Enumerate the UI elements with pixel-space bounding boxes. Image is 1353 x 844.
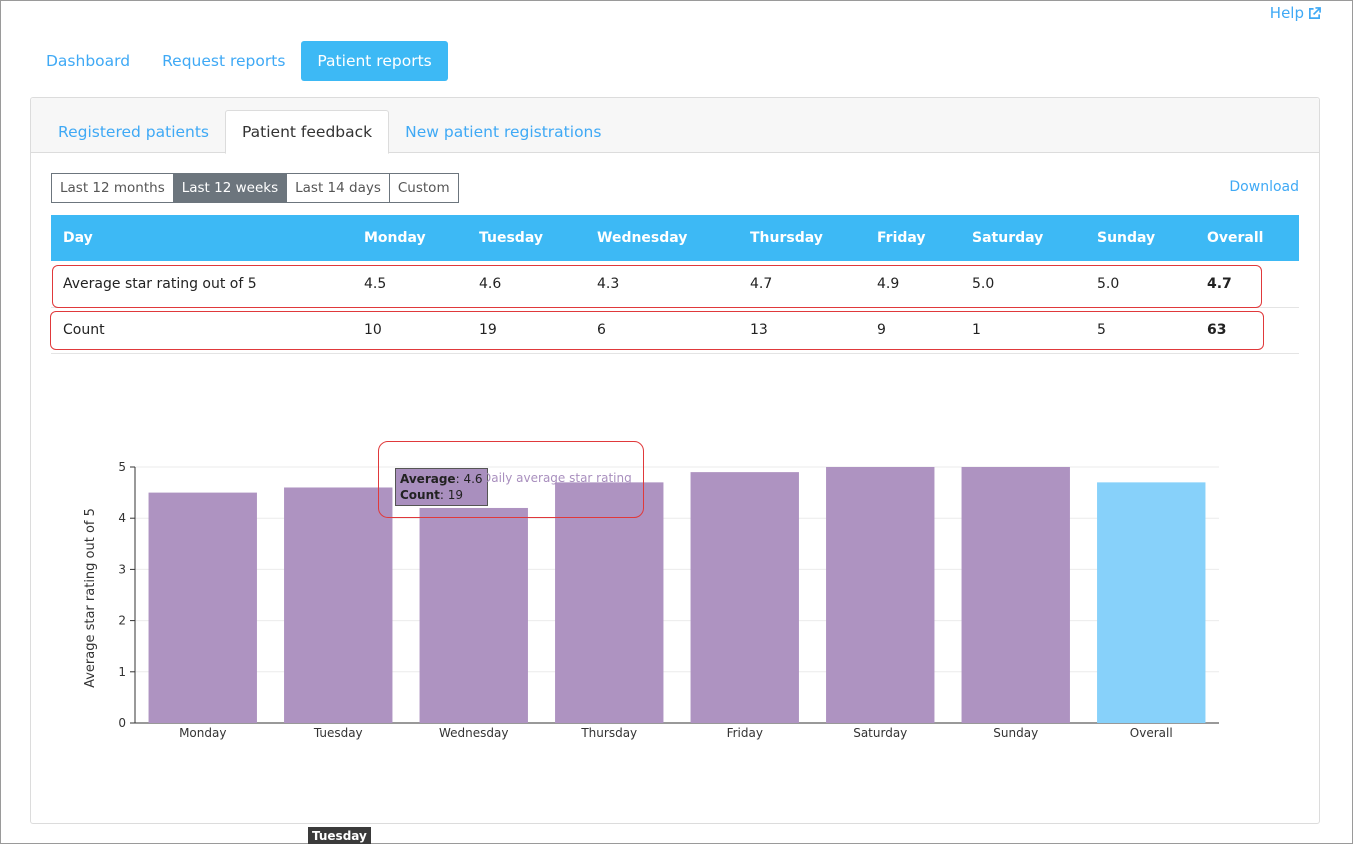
nav-patient-reports[interactable]: Patient reports [301, 41, 448, 81]
rating-chart: 0 1 2 3 4 5 Monday Tuesday Wednesday Thursday Frid… [31, 428, 1321, 844]
bar-friday[interactable] [690, 472, 799, 723]
header-cell: Friday [865, 215, 960, 261]
header-cell: Monday [352, 215, 467, 261]
download-link[interactable]: Download [1229, 179, 1299, 195]
panel-header: Registered patients Patient feedback New… [31, 98, 1319, 154]
tab-patient-feedback[interactable]: Patient feedback [225, 110, 390, 154]
range-last-14-days[interactable]: Last 14 days [287, 174, 390, 202]
highlight-rating-row [52, 265, 1262, 308]
bar-saturday[interactable] [826, 467, 935, 723]
x-tick-label: Overall [1130, 726, 1173, 740]
y-tick-label: 4 [118, 511, 126, 525]
header-cell: Sunday [1085, 215, 1195, 261]
nav-request-reports[interactable]: Request reports [146, 41, 301, 81]
help-label: Help [1269, 4, 1304, 22]
y-tick-label: 1 [118, 665, 126, 679]
y-tick-label: 5 [118, 460, 126, 474]
y-axis-title: Average star rating out of 5 [83, 508, 98, 688]
header-cell: Wednesday [585, 215, 738, 261]
x-tick-label: Wednesday [439, 726, 508, 740]
date-range-selector: Last 12 months Last 12 weeks Last 14 day… [51, 173, 459, 203]
x-tick-label: Saturday [853, 726, 907, 740]
x-axis-tooltip: Tuesday [308, 827, 371, 844]
highlight-count-row [50, 311, 1264, 350]
bar-wednesday[interactable] [419, 507, 528, 723]
header-cell: Overall [1195, 215, 1299, 261]
bar-thursday[interactable] [555, 482, 664, 723]
main-nav: Dashboard Request reports Patient report… [30, 41, 448, 81]
highlight-tooltip [378, 441, 644, 518]
y-tick-label: 0 [118, 716, 126, 730]
bar-tuesday[interactable] [284, 487, 393, 723]
header-cell: Thursday [738, 215, 865, 261]
bar-chart: 0 1 2 3 4 5 Monday Tuesday Wednesday Thursday Frid… [83, 460, 1219, 740]
range-custom[interactable]: Custom [389, 174, 458, 202]
report-tabs: Registered patients Patient feedback New… [42, 110, 617, 154]
y-tick-label: 2 [118, 614, 126, 628]
tab-new-patient-registrations[interactable]: New patient registrations [389, 110, 617, 153]
bar-monday[interactable] [148, 492, 257, 723]
header-cell: Saturday [960, 215, 1085, 261]
range-last-12-months[interactable]: Last 12 months [52, 174, 174, 202]
tab-registered-patients[interactable]: Registered patients [42, 110, 225, 153]
x-tick-label: Friday [727, 726, 763, 740]
x-tick-label: Sunday [993, 726, 1038, 740]
report-panel: Registered patients Patient feedback New… [30, 97, 1321, 844]
external-link-icon [1309, 6, 1321, 19]
header-cell: Day [51, 215, 352, 261]
x-tick-label: Tuesday [313, 726, 363, 740]
bar-overall[interactable] [1097, 482, 1206, 723]
nav-dashboard[interactable]: Dashboard [30, 41, 146, 81]
x-tick-label: Monday [179, 726, 226, 740]
help-link[interactable]: Help [1270, 4, 1321, 22]
x-tick-label: Thursday [580, 726, 637, 740]
header-cell: Tuesday [467, 215, 585, 261]
bar-sunday[interactable] [961, 467, 1070, 723]
range-last-12-weeks[interactable]: Last 12 weeks [173, 174, 288, 202]
y-tick-label: 3 [118, 562, 126, 576]
table-header-row: Day Monday Tuesday Wednesday Thursday Fr… [51, 215, 1299, 261]
